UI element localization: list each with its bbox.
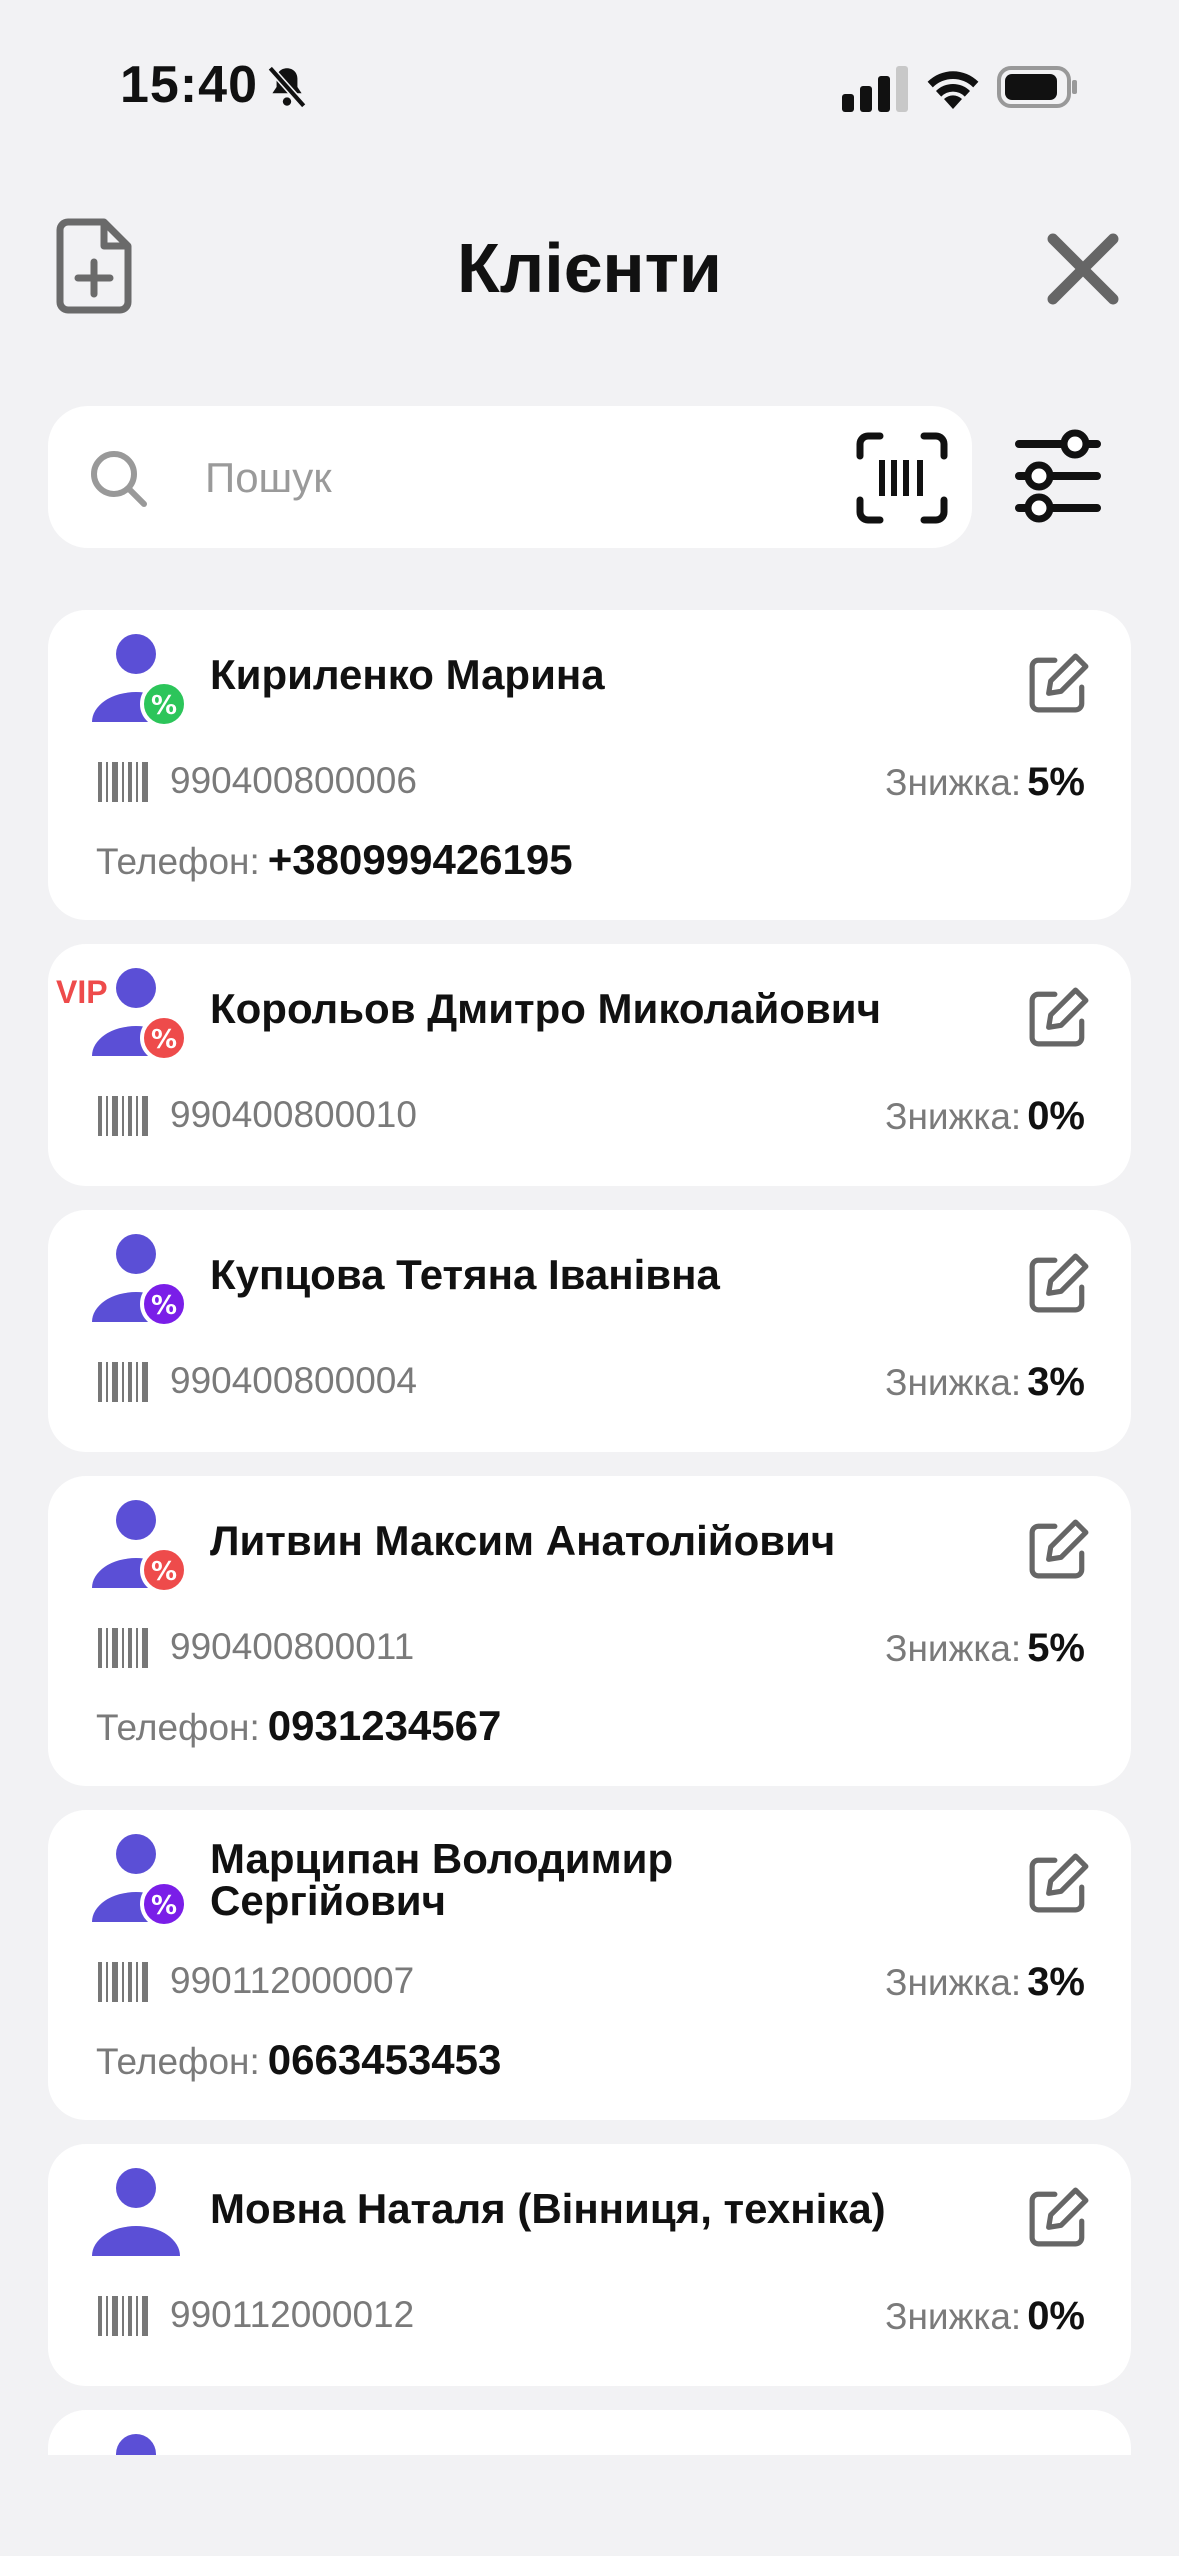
filter-sliders-icon[interactable] (1015, 428, 1101, 524)
client-barcode: 990400800011 (170, 1626, 415, 1667)
client-barcode: 990112000007 (170, 1960, 415, 2001)
client-avatar-icon: % (92, 1234, 188, 1328)
client-card[interactable]: % Купцова Тетяна Іванівна 990400800004 З… (48, 1210, 1131, 1452)
discount: Знижка: 5% (885, 1626, 1085, 1670)
page-title: Клієнти (457, 229, 722, 307)
client-avatar-icon (92, 2168, 180, 2256)
status-time: 15:40 (120, 56, 258, 114)
client-name: Литвин Максим Анатолійович (210, 1517, 836, 1564)
svg-text:%: % (151, 1891, 177, 1921)
client-barcode: 990400800004 (170, 1360, 417, 1401)
search-bar (48, 406, 972, 548)
discount: Знижка: 3% (885, 1360, 1085, 1404)
client-card[interactable]: % Литвин Максим Анатолійович 99040080001… (48, 1476, 1131, 1786)
client-avatar-icon: % (92, 634, 188, 728)
client-name: Корольов Дмитро Миколайович (210, 985, 881, 1032)
client-card[interactable]: % Марципан Володимир Сергійович 99011200… (48, 1810, 1131, 2120)
client-card[interactable] (48, 2410, 1131, 2455)
edit-icon[interactable] (1028, 1518, 1090, 1580)
client-avatar-icon: % (92, 968, 188, 1062)
header: Клієнти (0, 200, 1179, 330)
discount: Знижка: 5% (885, 760, 1085, 804)
status-bar: 15:40 (0, 0, 1179, 150)
discount: Знижка: 0% (885, 1094, 1085, 1138)
signal-icon (842, 66, 908, 112)
client-barcode: 990112000012 (170, 2294, 415, 2335)
client-name: Мовна Наталя (Вінниця, техніка) (210, 2185, 886, 2232)
client-name: Купцова Тетяна Іванівна (210, 1251, 720, 1298)
phone: Телефон: +380999426195 (96, 836, 573, 883)
battery-icon (997, 66, 1077, 108)
svg-text:%: % (151, 1025, 177, 1055)
svg-text:%: % (151, 1291, 177, 1321)
client-avatar-icon (116, 2434, 156, 2455)
bell-muted-icon (267, 65, 307, 109)
discount: Знижка: 0% (885, 2294, 1085, 2338)
close-icon[interactable] (1040, 226, 1126, 312)
barcode-icon (98, 1962, 148, 2002)
search-icon (91, 451, 147, 507)
barcode-scan-icon[interactable] (856, 432, 948, 524)
discount: Знижка: 3% (885, 1960, 1085, 2004)
edit-icon[interactable] (1028, 652, 1090, 714)
edit-icon[interactable] (1028, 1852, 1090, 1914)
barcode-icon (98, 1362, 148, 1402)
barcode-icon (98, 2296, 148, 2336)
svg-text:%: % (151, 691, 177, 721)
edit-icon[interactable] (1028, 2186, 1090, 2248)
wifi-icon (927, 71, 979, 109)
edit-icon[interactable] (1028, 1252, 1090, 1314)
phone: Телефон: 0663453453 (96, 2036, 502, 2083)
barcode-icon (98, 1628, 148, 1668)
edit-icon[interactable] (1028, 986, 1090, 1048)
barcode-icon (98, 762, 148, 802)
client-barcode: 990400800010 (170, 1094, 417, 1135)
client-list[interactable]: % Кириленко Марина 990400800006 Знижка: 5… (48, 610, 1131, 2455)
search-input[interactable] (203, 442, 807, 514)
client-card[interactable]: Мовна Наталя (Вінниця, техніка) 99011200… (48, 2144, 1131, 2386)
client-name: Кириленко Марина (210, 651, 605, 698)
client-avatar-icon: % (92, 1834, 188, 1928)
phone: Телефон: 0931234567 (96, 1702, 502, 1749)
client-name: Марципан Володимир Сергійович (210, 1835, 674, 1924)
client-card[interactable]: % Кириленко Марина 990400800006 Знижка: 5… (48, 610, 1131, 920)
client-card[interactable]: VIP % Корольов Дмитро Миколайович 990400… (48, 944, 1131, 1186)
barcode-icon (98, 1096, 148, 1136)
client-avatar-icon: % (92, 1500, 188, 1594)
client-barcode: 990400800006 (170, 760, 417, 801)
svg-text:%: % (151, 1557, 177, 1587)
